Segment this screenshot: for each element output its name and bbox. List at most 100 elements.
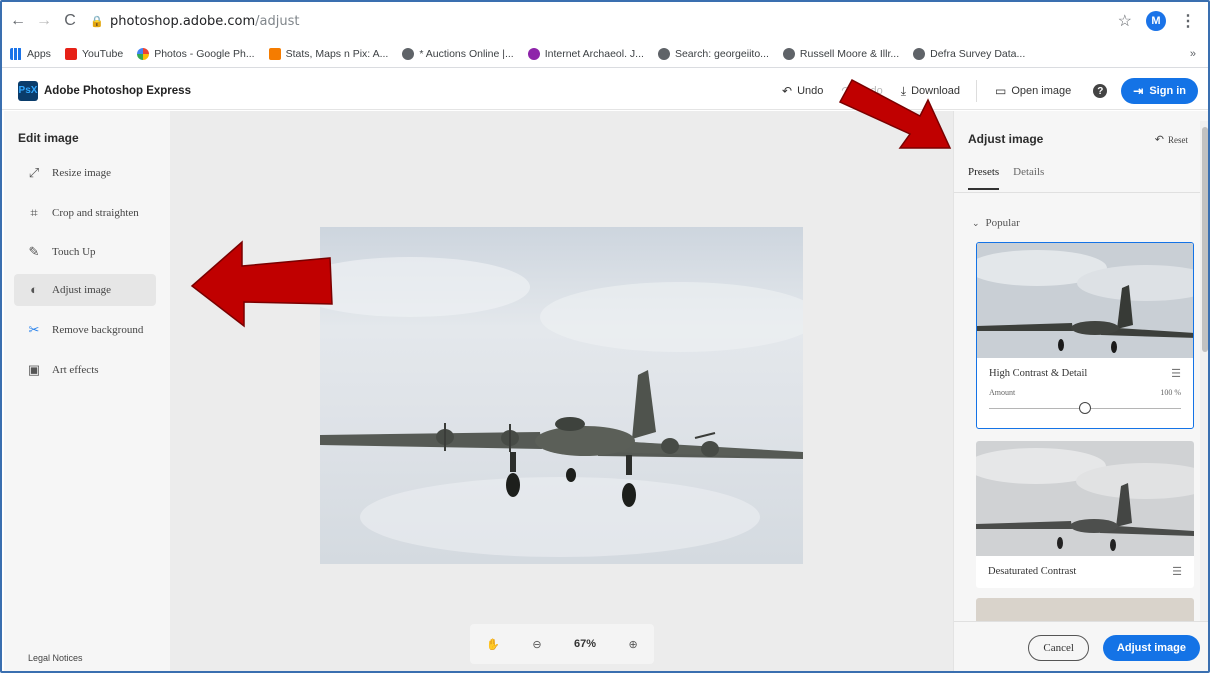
header-divider [975, 80, 977, 102]
apps-grid-icon [10, 47, 22, 60]
tab-details[interactable]: Details [1013, 166, 1044, 190]
preset-thumbnail [977, 243, 1193, 358]
bookmark-youtube[interactable]: YouTube [64, 47, 124, 60]
image-icon: ▭ [994, 84, 1007, 98]
bookmark-star-icon[interactable]: ☆ [1118, 11, 1132, 31]
address-bar[interactable]: 🔒 photoshop.adobe.com/adjust [90, 8, 1118, 34]
blogger-icon [268, 47, 281, 60]
sidebar-title: Edit image [18, 131, 79, 145]
bookmarks-bar: Apps YouTube Photos - Google Ph... Stats… [2, 40, 1208, 68]
resize-icon: ⤢ [28, 165, 40, 180]
adjust-image-panel: Adjust image ↶ Reset Presets Details ⌄ Pop… [953, 111, 1208, 671]
bookmark-search[interactable]: Search: georgeiito... [657, 47, 769, 60]
site-icon [527, 47, 540, 60]
photoshop-express-logo: PsX [18, 80, 38, 101]
browser-menu-icon[interactable]: ⋮ [1180, 11, 1196, 31]
bookmark-label: Internet Archaeol. J... [544, 47, 644, 60]
help-icon[interactable]: ? [1093, 84, 1108, 98]
bookmark-label: Russell Moore & Illr... [799, 47, 900, 60]
bookmark-label: Defra Survey Data... [930, 47, 1026, 60]
youtube-icon [64, 47, 77, 60]
bookmark-label: Search: georgeiito... [674, 47, 769, 60]
open-image-label: Open image [1011, 85, 1072, 97]
amount-value: 100 % [1160, 388, 1181, 397]
bookmark-stats[interactable]: Stats, Maps n Pix: A... [268, 47, 388, 60]
preset-thumbnail-image [976, 441, 1194, 556]
legal-notices-link[interactable]: Legal Notices [28, 653, 83, 663]
annotation-arrow-right [838, 78, 952, 149]
reset-button[interactable]: ↶ Reset [1155, 133, 1188, 146]
zoom-in-icon[interactable]: ⊕ [629, 638, 638, 651]
sliders-icon[interactable]: ☰ [1171, 367, 1181, 380]
amount-row: Amount 100 % [977, 388, 1193, 397]
popular-section-toggle[interactable]: ⌄ Popular [972, 217, 1020, 229]
hand-tool-icon[interactable]: ✋ [486, 638, 500, 651]
panel-title: Adjust image [968, 132, 1044, 146]
tool-label: Adjust image [52, 284, 111, 296]
preset-thumbnail-image [977, 243, 1193, 358]
annotation-arrow-left [190, 240, 333, 328]
touch-up-icon: ✎ [28, 244, 40, 259]
aircraft-image [320, 257, 803, 557]
bookmark-russell-moore[interactable]: Russell Moore & Illr... [782, 47, 900, 60]
tab-presets[interactable]: Presets [968, 166, 1000, 190]
cancel-button[interactable]: Cancel [1028, 634, 1089, 661]
zoom-toolbar: ✋ ⊖ 67% ⊕ [470, 624, 654, 664]
tool-label: Resize image [52, 167, 111, 179]
adjust-tabs: Presets Details [968, 166, 1058, 190]
tool-adjust-image[interactable]: ◐ Adjust image [14, 274, 156, 306]
bookmark-label: Apps [27, 47, 51, 60]
canvas-area: ✋ ⊖ 67% ⊕ [170, 111, 953, 671]
undo-label: Undo [797, 85, 824, 97]
header-actions: ↶Undo ↷Redo ⤓Download ▭Open image ? ⇥Sig… [764, 72, 1198, 110]
amount-slider[interactable] [989, 397, 1181, 419]
tool-resize-image[interactable]: ⤢ Resize image [14, 157, 156, 189]
globe-icon [657, 47, 670, 60]
edit-image-sidebar: Edit image ⤢ Resize image ⌗ Crop and strai… [4, 111, 170, 671]
more-bookmarks-icon[interactable]: » [1190, 48, 1196, 60]
panel-scrollbar[interactable] [1200, 121, 1208, 621]
bookmark-photos[interactable]: Photos - Google Ph... [137, 47, 255, 60]
back-icon[interactable]: ← [8, 11, 28, 31]
undo-icon: ↶ [782, 84, 793, 98]
reset-icon: ↶ [1154, 134, 1164, 146]
app-header: PsX Adobe Photoshop Express ↶Undo ↷Redo … [2, 72, 1208, 110]
tool-art-effects[interactable]: ▣ Art effects [14, 354, 156, 386]
preset-label-row: Desaturated Contrast ☰ [976, 556, 1194, 586]
tabs-divider [954, 192, 1200, 193]
preset-thumbnail [976, 441, 1194, 556]
panel-footer: Cancel Adjust image [954, 621, 1208, 671]
tool-crop-and-straighten[interactable]: ⌗ Crop and straighten [14, 197, 156, 229]
preset-card-high-contrast-detail[interactable]: High Contrast & Detail ☰ Amount 100 % [976, 242, 1194, 429]
preset-card-desaturated-contrast[interactable]: Desaturated Contrast ☰ [976, 441, 1194, 588]
tool-label: Crop and straighten [52, 207, 139, 219]
forward-icon[interactable]: → [34, 11, 54, 31]
undo-button[interactable]: ↶ Undo [782, 84, 823, 98]
bookmark-label: YouTube [81, 47, 124, 60]
tool-touch-up[interactable]: ✎ Touch Up [14, 236, 156, 268]
browser-window: ← → C 🔒 photoshop.adobe.com/adjust ☆ M ⋮… [0, 0, 1210, 673]
bookmark-label: Photos - Google Ph... [154, 47, 255, 60]
tool-label: Remove background [52, 324, 144, 336]
bookmark-defra[interactable]: Defra Survey Data... [913, 47, 1026, 60]
scrollbar-thumb[interactable] [1202, 127, 1208, 352]
slider-thumb[interactable] [1079, 402, 1091, 414]
bookmark-label: * Auctions Online |... [419, 47, 514, 60]
adjust-image-button[interactable]: Adjust image [1102, 634, 1200, 661]
bookmark-auctions[interactable]: * Auctions Online |... [402, 47, 514, 60]
preset-label: Desaturated Contrast [988, 565, 1077, 577]
url-host: photoshop.adobe.com [110, 13, 256, 29]
zoom-out-icon[interactable]: ⊖ [532, 638, 541, 651]
open-image-button[interactable]: ▭ Open image [995, 84, 1071, 98]
bookmark-internet-archaeology[interactable]: Internet Archaeol. J... [527, 47, 644, 60]
sliders-icon[interactable]: ☰ [1172, 565, 1182, 578]
url-path: /adjust [255, 13, 300, 29]
app-title: Adobe Photoshop Express [44, 84, 191, 97]
google-photos-icon [137, 47, 150, 60]
reload-icon[interactable]: C [60, 11, 80, 31]
profile-avatar[interactable]: M [1146, 11, 1166, 31]
bookmark-apps[interactable]: Apps [10, 47, 51, 60]
sign-in-button[interactable]: ⇥ Sign in [1121, 78, 1198, 104]
tool-remove-background[interactable]: ✂ Remove background [14, 314, 156, 346]
tool-label: Touch Up [52, 246, 96, 258]
